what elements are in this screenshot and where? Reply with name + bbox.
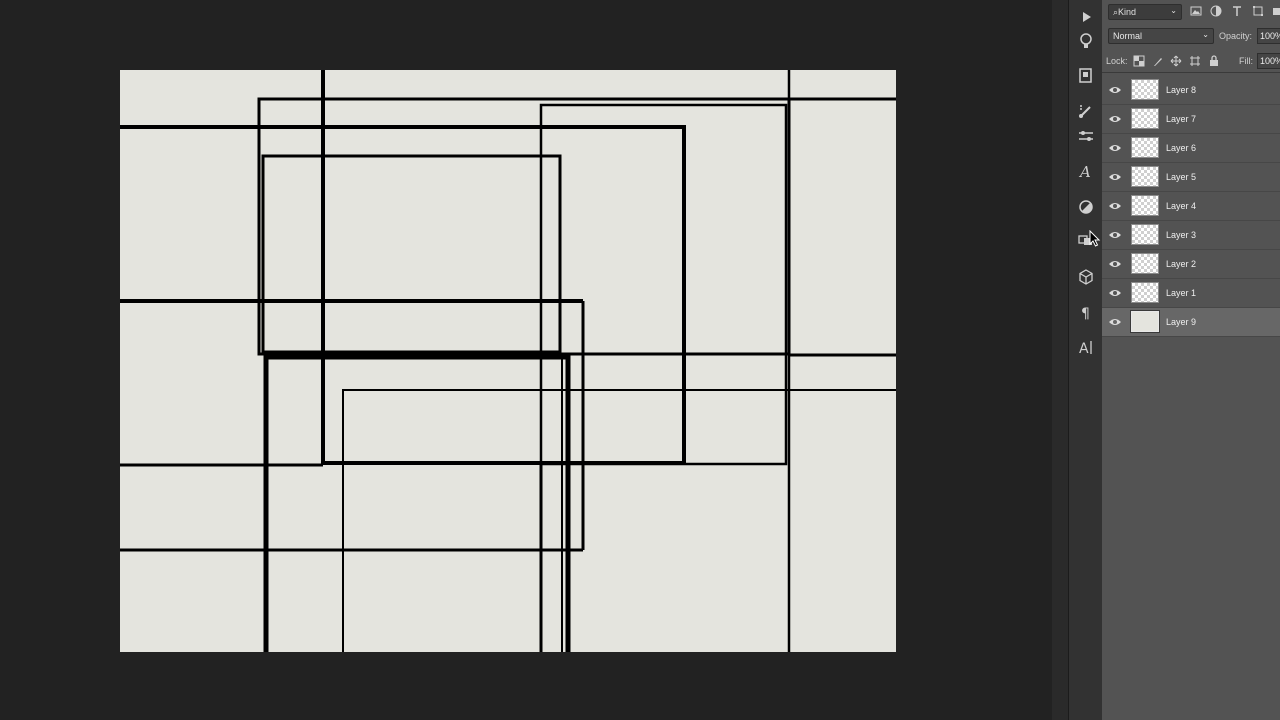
layer-filter-row: ⌕Kind ⌄: [1102, 0, 1280, 24]
lightbulb-icon[interactable]: [1075, 30, 1097, 52]
shape-filter-icon[interactable]: [1252, 5, 1264, 17]
lock-label: Lock:: [1106, 56, 1128, 66]
canvas-artwork: [120, 70, 896, 652]
layer-row[interactable]: Layer 4: [1102, 192, 1280, 221]
canvas-rect-inner: [261, 154, 562, 354]
libraries-icon[interactable]: [1075, 64, 1097, 86]
layer-thumbnail: [1131, 166, 1159, 187]
canvas-line-lower-frame: [263, 354, 571, 652]
image-filter-icon[interactable]: [1190, 5, 1202, 17]
panel-icon-bar: A ¶ A: [1068, 0, 1103, 720]
lock-all-icon[interactable]: [1208, 55, 1220, 67]
layer-name: Layer 4: [1166, 201, 1197, 211]
panel-divider[interactable]: [1052, 0, 1068, 720]
layer-thumbnail: [1131, 224, 1159, 245]
chevron-down-icon: ⌄: [1202, 30, 1209, 39]
layer-name: Layer 9: [1166, 317, 1197, 327]
chevron-down-icon: ⌄: [1170, 6, 1177, 15]
paragraph-icon[interactable]: ¶: [1075, 301, 1097, 323]
lock-transparent-icon[interactable]: [1133, 55, 1145, 67]
layer-row[interactable]: Layer 3: [1102, 221, 1280, 250]
svg-text:¶: ¶: [1081, 306, 1090, 322]
layer-name: Layer 8: [1166, 85, 1197, 95]
smart-object-filter-icon[interactable]: [1272, 5, 1280, 17]
play-icon[interactable]: [1075, 6, 1097, 28]
layers-panel: ⌕Kind ⌄ Normal ⌄ Opacity: 100% Lock: Fil…: [1102, 0, 1280, 720]
canvas-rect-upper: [257, 97, 791, 356]
canvas-line-frame-top: [120, 70, 686, 465]
layer-thumbnail: [1131, 137, 1159, 158]
eye-icon[interactable]: [1108, 172, 1122, 182]
filter-kind-dropdown[interactable]: ⌕Kind ⌄: [1108, 4, 1182, 20]
eye-icon[interactable]: [1108, 85, 1122, 95]
layers-list: Layer 8 Layer 7 Layer 6 Layer 5 Layer 4 …: [1102, 76, 1280, 337]
blend-mode-label: Normal: [1113, 31, 1143, 41]
layer-row[interactable]: Layer 5: [1102, 163, 1280, 192]
layer-thumbnail: [1131, 253, 1159, 274]
eye-icon[interactable]: [1108, 317, 1122, 327]
layer-thumbnail: [1131, 282, 1159, 303]
eye-icon[interactable]: [1108, 201, 1122, 211]
canvas-line-thin-rect: [342, 389, 896, 652]
layer-thumbnail: [1131, 108, 1159, 129]
document-workspace: [0, 0, 1052, 720]
opacity-label: Opacity:: [1219, 31, 1253, 41]
lock-pixels-icon[interactable]: [1152, 55, 1164, 67]
document-canvas[interactable]: [120, 70, 896, 652]
color-adjust-icon[interactable]: [1075, 196, 1097, 218]
character-icon[interactable]: A: [1075, 336, 1097, 358]
mouse-cursor-icon: [1089, 230, 1101, 247]
blend-mode-dropdown[interactable]: Normal ⌄: [1108, 28, 1214, 44]
eye-icon[interactable]: [1108, 288, 1122, 298]
layer-name: Layer 5: [1166, 172, 1197, 182]
brush-settings-icon[interactable]: [1075, 100, 1097, 122]
3d-cube-icon[interactable]: [1075, 266, 1097, 288]
fill-label: Fill:: [1239, 56, 1253, 66]
layer-name: Layer 3: [1166, 230, 1197, 240]
adjustments-sliders-icon[interactable]: [1075, 125, 1097, 147]
layer-name: Layer 7: [1166, 114, 1197, 124]
layer-name: Layer 1: [1166, 288, 1197, 298]
eye-icon[interactable]: [1108, 259, 1122, 269]
character-styles-icon[interactable]: A: [1075, 160, 1097, 182]
eye-icon[interactable]: [1108, 230, 1122, 240]
eye-icon[interactable]: [1108, 143, 1122, 153]
eye-icon[interactable]: [1108, 114, 1122, 124]
blend-opacity-row: Normal ⌄ Opacity: 100%: [1102, 26, 1280, 46]
adjustment-filter-icon[interactable]: [1210, 5, 1222, 17]
layer-thumbnail: [1131, 79, 1159, 100]
fill-field[interactable]: 100%: [1257, 53, 1280, 69]
layer-row[interactable]: Layer 2: [1102, 250, 1280, 279]
svg-text:A: A: [1079, 341, 1089, 357]
filter-kind-label: Kind: [1118, 7, 1137, 17]
layer-row[interactable]: Layer 1: [1102, 279, 1280, 308]
lock-artboard-icon[interactable]: [1189, 55, 1201, 67]
canvas-rect-right-small: [539, 103, 788, 466]
layer-row-selected[interactable]: Layer 9: [1102, 308, 1280, 337]
type-filter-icon[interactable]: [1231, 5, 1243, 17]
layer-row[interactable]: Layer 6: [1102, 134, 1280, 163]
layer-row[interactable]: Layer 7: [1102, 105, 1280, 134]
opacity-field[interactable]: 100%: [1257, 28, 1280, 44]
layer-name: Layer 6: [1166, 143, 1197, 153]
lock-fill-row: Lock: Fill: 100%: [1102, 50, 1280, 73]
lock-position-icon[interactable]: [1170, 55, 1182, 67]
layer-row[interactable]: Layer 8: [1102, 76, 1280, 105]
layer-thumbnail: [1130, 310, 1160, 333]
layer-thumbnail: [1131, 195, 1159, 216]
layer-name: Layer 2: [1166, 259, 1197, 269]
svg-text:A: A: [1078, 163, 1091, 181]
